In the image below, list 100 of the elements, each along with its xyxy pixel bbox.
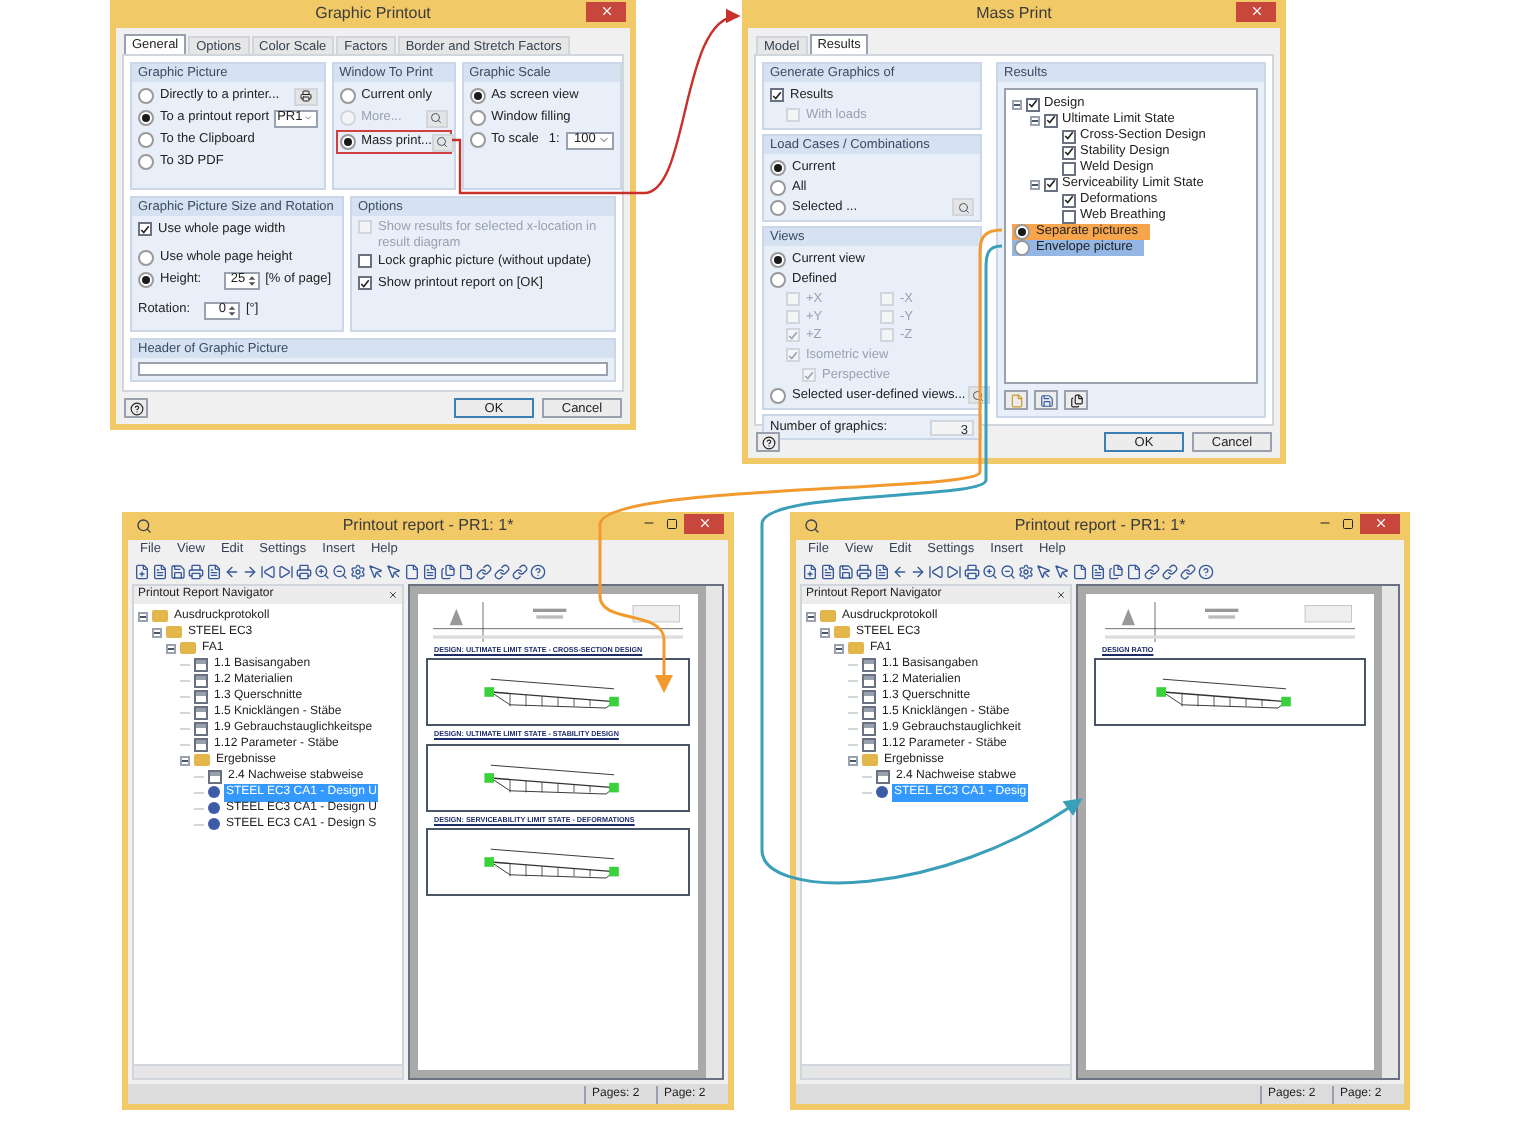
radio-button[interactable] bbox=[138, 88, 154, 104]
collapse-icon[interactable] bbox=[180, 755, 190, 765]
checkbox[interactable] bbox=[802, 368, 816, 382]
document-icon[interactable] bbox=[820, 564, 836, 580]
help-icon[interactable] bbox=[1198, 564, 1214, 580]
save-icon[interactable] bbox=[838, 564, 854, 580]
checkbox[interactable] bbox=[786, 348, 800, 362]
gear-icon[interactable] bbox=[1018, 564, 1034, 580]
arrow-right-icon[interactable] bbox=[910, 564, 926, 580]
radio-button[interactable] bbox=[138, 132, 154, 148]
radio-button[interactable] bbox=[1014, 224, 1030, 240]
printer-icon[interactable] bbox=[856, 564, 872, 580]
document-icon[interactable] bbox=[206, 564, 222, 580]
link-icon[interactable] bbox=[494, 564, 510, 580]
checkbox[interactable] bbox=[1026, 97, 1040, 111]
close-button[interactable] bbox=[1236, 1, 1276, 21]
new-file-icon[interactable] bbox=[802, 564, 818, 580]
zoom-in-icon[interactable] bbox=[314, 564, 330, 580]
checkbox[interactable] bbox=[1062, 129, 1076, 143]
header-input[interactable] bbox=[138, 362, 608, 376]
skip-back-icon[interactable] bbox=[260, 564, 276, 580]
zoom-out-icon[interactable] bbox=[332, 564, 348, 580]
pages-icon[interactable] bbox=[440, 564, 456, 580]
pages-icon[interactable] bbox=[1108, 564, 1124, 580]
radio-button[interactable] bbox=[770, 199, 786, 215]
arrow-left-icon[interactable] bbox=[892, 564, 908, 580]
pointer-icon[interactable] bbox=[386, 564, 402, 580]
checkbox[interactable] bbox=[1044, 113, 1058, 127]
checkbox[interactable] bbox=[786, 328, 800, 342]
printer-icon[interactable] bbox=[296, 564, 312, 580]
close-button[interactable] bbox=[586, 1, 626, 21]
spinner-arrows-icon[interactable] bbox=[228, 303, 236, 317]
checkbox[interactable] bbox=[1062, 209, 1076, 223]
printer-button[interactable] bbox=[293, 87, 318, 105]
arrow-left-icon[interactable] bbox=[224, 564, 240, 580]
new-file-icon[interactable] bbox=[134, 564, 150, 580]
radio-button[interactable] bbox=[138, 272, 154, 288]
pointer-icon[interactable] bbox=[1054, 564, 1070, 580]
radio-button[interactable] bbox=[1014, 240, 1030, 256]
select-button[interactable] bbox=[952, 198, 974, 216]
printer-icon[interactable] bbox=[964, 564, 980, 580]
link-icon[interactable] bbox=[1162, 564, 1178, 580]
radio-button[interactable] bbox=[770, 159, 786, 175]
checkbox[interactable] bbox=[1044, 177, 1058, 191]
help-icon[interactable] bbox=[530, 564, 546, 580]
pointer-icon[interactable] bbox=[368, 564, 384, 580]
vertical-scrollbar[interactable] bbox=[706, 586, 722, 1078]
checkbox[interactable] bbox=[358, 276, 372, 290]
printer-icon[interactable] bbox=[188, 564, 204, 580]
pointer-icon[interactable] bbox=[1036, 564, 1052, 580]
radio-button[interactable] bbox=[339, 134, 356, 150]
checkbox[interactable] bbox=[1062, 145, 1076, 159]
page-icon[interactable] bbox=[458, 564, 474, 580]
radio-button[interactable] bbox=[469, 88, 486, 104]
checkbox[interactable] bbox=[1062, 193, 1076, 207]
zoom-in-icon[interactable] bbox=[982, 564, 998, 580]
link-icon[interactable] bbox=[1144, 564, 1160, 580]
save-button[interactable] bbox=[1034, 390, 1058, 410]
collapse-icon[interactable] bbox=[1030, 179, 1040, 189]
link-icon[interactable] bbox=[1180, 564, 1196, 580]
spinner-arrows-icon[interactable] bbox=[247, 273, 256, 287]
arrow-right-icon[interactable] bbox=[242, 564, 258, 580]
radio-button[interactable] bbox=[770, 387, 786, 403]
link-icon[interactable] bbox=[512, 564, 528, 580]
radio-button[interactable] bbox=[770, 271, 786, 287]
save-icon[interactable] bbox=[170, 564, 186, 580]
skip-back-icon[interactable] bbox=[928, 564, 944, 580]
page-icon[interactable] bbox=[404, 564, 420, 580]
preview-button[interactable] bbox=[431, 133, 454, 151]
zoom-out-icon[interactable] bbox=[1000, 564, 1016, 580]
radio-button[interactable] bbox=[770, 251, 786, 267]
page-icon[interactable] bbox=[1126, 564, 1142, 580]
radio-button[interactable] bbox=[770, 179, 786, 195]
page-icon[interactable] bbox=[1072, 564, 1088, 580]
help-button[interactable] bbox=[124, 398, 148, 418]
collapse-icon[interactable] bbox=[848, 755, 858, 765]
link-icon[interactable] bbox=[476, 564, 492, 580]
checkbox[interactable] bbox=[138, 222, 152, 236]
skip-forward-icon[interactable] bbox=[946, 564, 962, 580]
skip-forward-icon[interactable] bbox=[278, 564, 294, 580]
gear-icon[interactable] bbox=[350, 564, 366, 580]
help-button[interactable] bbox=[756, 432, 780, 452]
document-icon[interactable] bbox=[152, 564, 168, 580]
radio-button[interactable] bbox=[469, 110, 486, 126]
checkbox[interactable] bbox=[1062, 161, 1076, 175]
document-icon[interactable] bbox=[874, 564, 890, 580]
horizontal-scrollbar[interactable] bbox=[802, 1064, 1070, 1078]
horizontal-scrollbar[interactable] bbox=[134, 1064, 402, 1078]
radio-button[interactable] bbox=[138, 154, 154, 170]
preview-button[interactable] bbox=[425, 109, 448, 127]
list-button[interactable] bbox=[1064, 390, 1088, 410]
radio-button[interactable] bbox=[138, 110, 154, 126]
vertical-scrollbar[interactable] bbox=[1382, 586, 1398, 1078]
document-icon[interactable] bbox=[1090, 564, 1106, 580]
radio-button[interactable] bbox=[138, 250, 154, 266]
radio-button[interactable] bbox=[339, 88, 356, 104]
document-icon[interactable] bbox=[422, 564, 438, 580]
checkbox[interactable] bbox=[358, 254, 372, 268]
checkbox[interactable] bbox=[770, 88, 784, 102]
radio-button[interactable] bbox=[469, 132, 486, 148]
